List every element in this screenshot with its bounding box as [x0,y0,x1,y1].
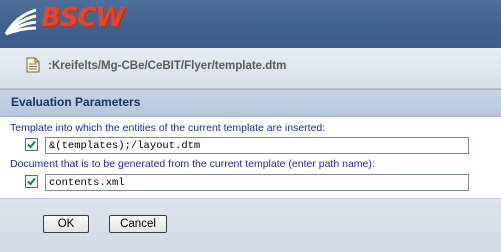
app-header: BSCW [0,0,501,48]
template-checkbox[interactable] [25,138,38,151]
cancel-button[interactable]: Cancel [109,215,167,233]
path-bar: :Kreifelts/Mg-CBe/CeBIT/Flyer/template.d… [0,48,501,89]
bscw-logo-icon [4,8,37,36]
template-label: Template into which the entities of the … [10,122,326,134]
document-input[interactable] [45,174,469,191]
section-title: Evaluation Parameters [11,95,141,109]
template-input[interactable] [45,137,469,154]
logo-text: BSCW [41,3,124,33]
document-path[interactable]: :Kreifelts/Mg-CBe/CeBIT/Flyer/template.d… [48,60,286,72]
document-label: Document that is to be generated from th… [10,158,375,170]
ok-button[interactable]: OK [43,215,89,233]
button-bar: OK Cancel [0,199,501,252]
document-checkbox[interactable] [25,175,38,188]
section-header: Evaluation Parameters [0,89,501,117]
checkmark-icon [27,177,36,186]
evaluation-form: Template into which the entities of the … [0,117,501,199]
checkmark-icon [27,140,36,149]
document-icon [26,57,40,73]
